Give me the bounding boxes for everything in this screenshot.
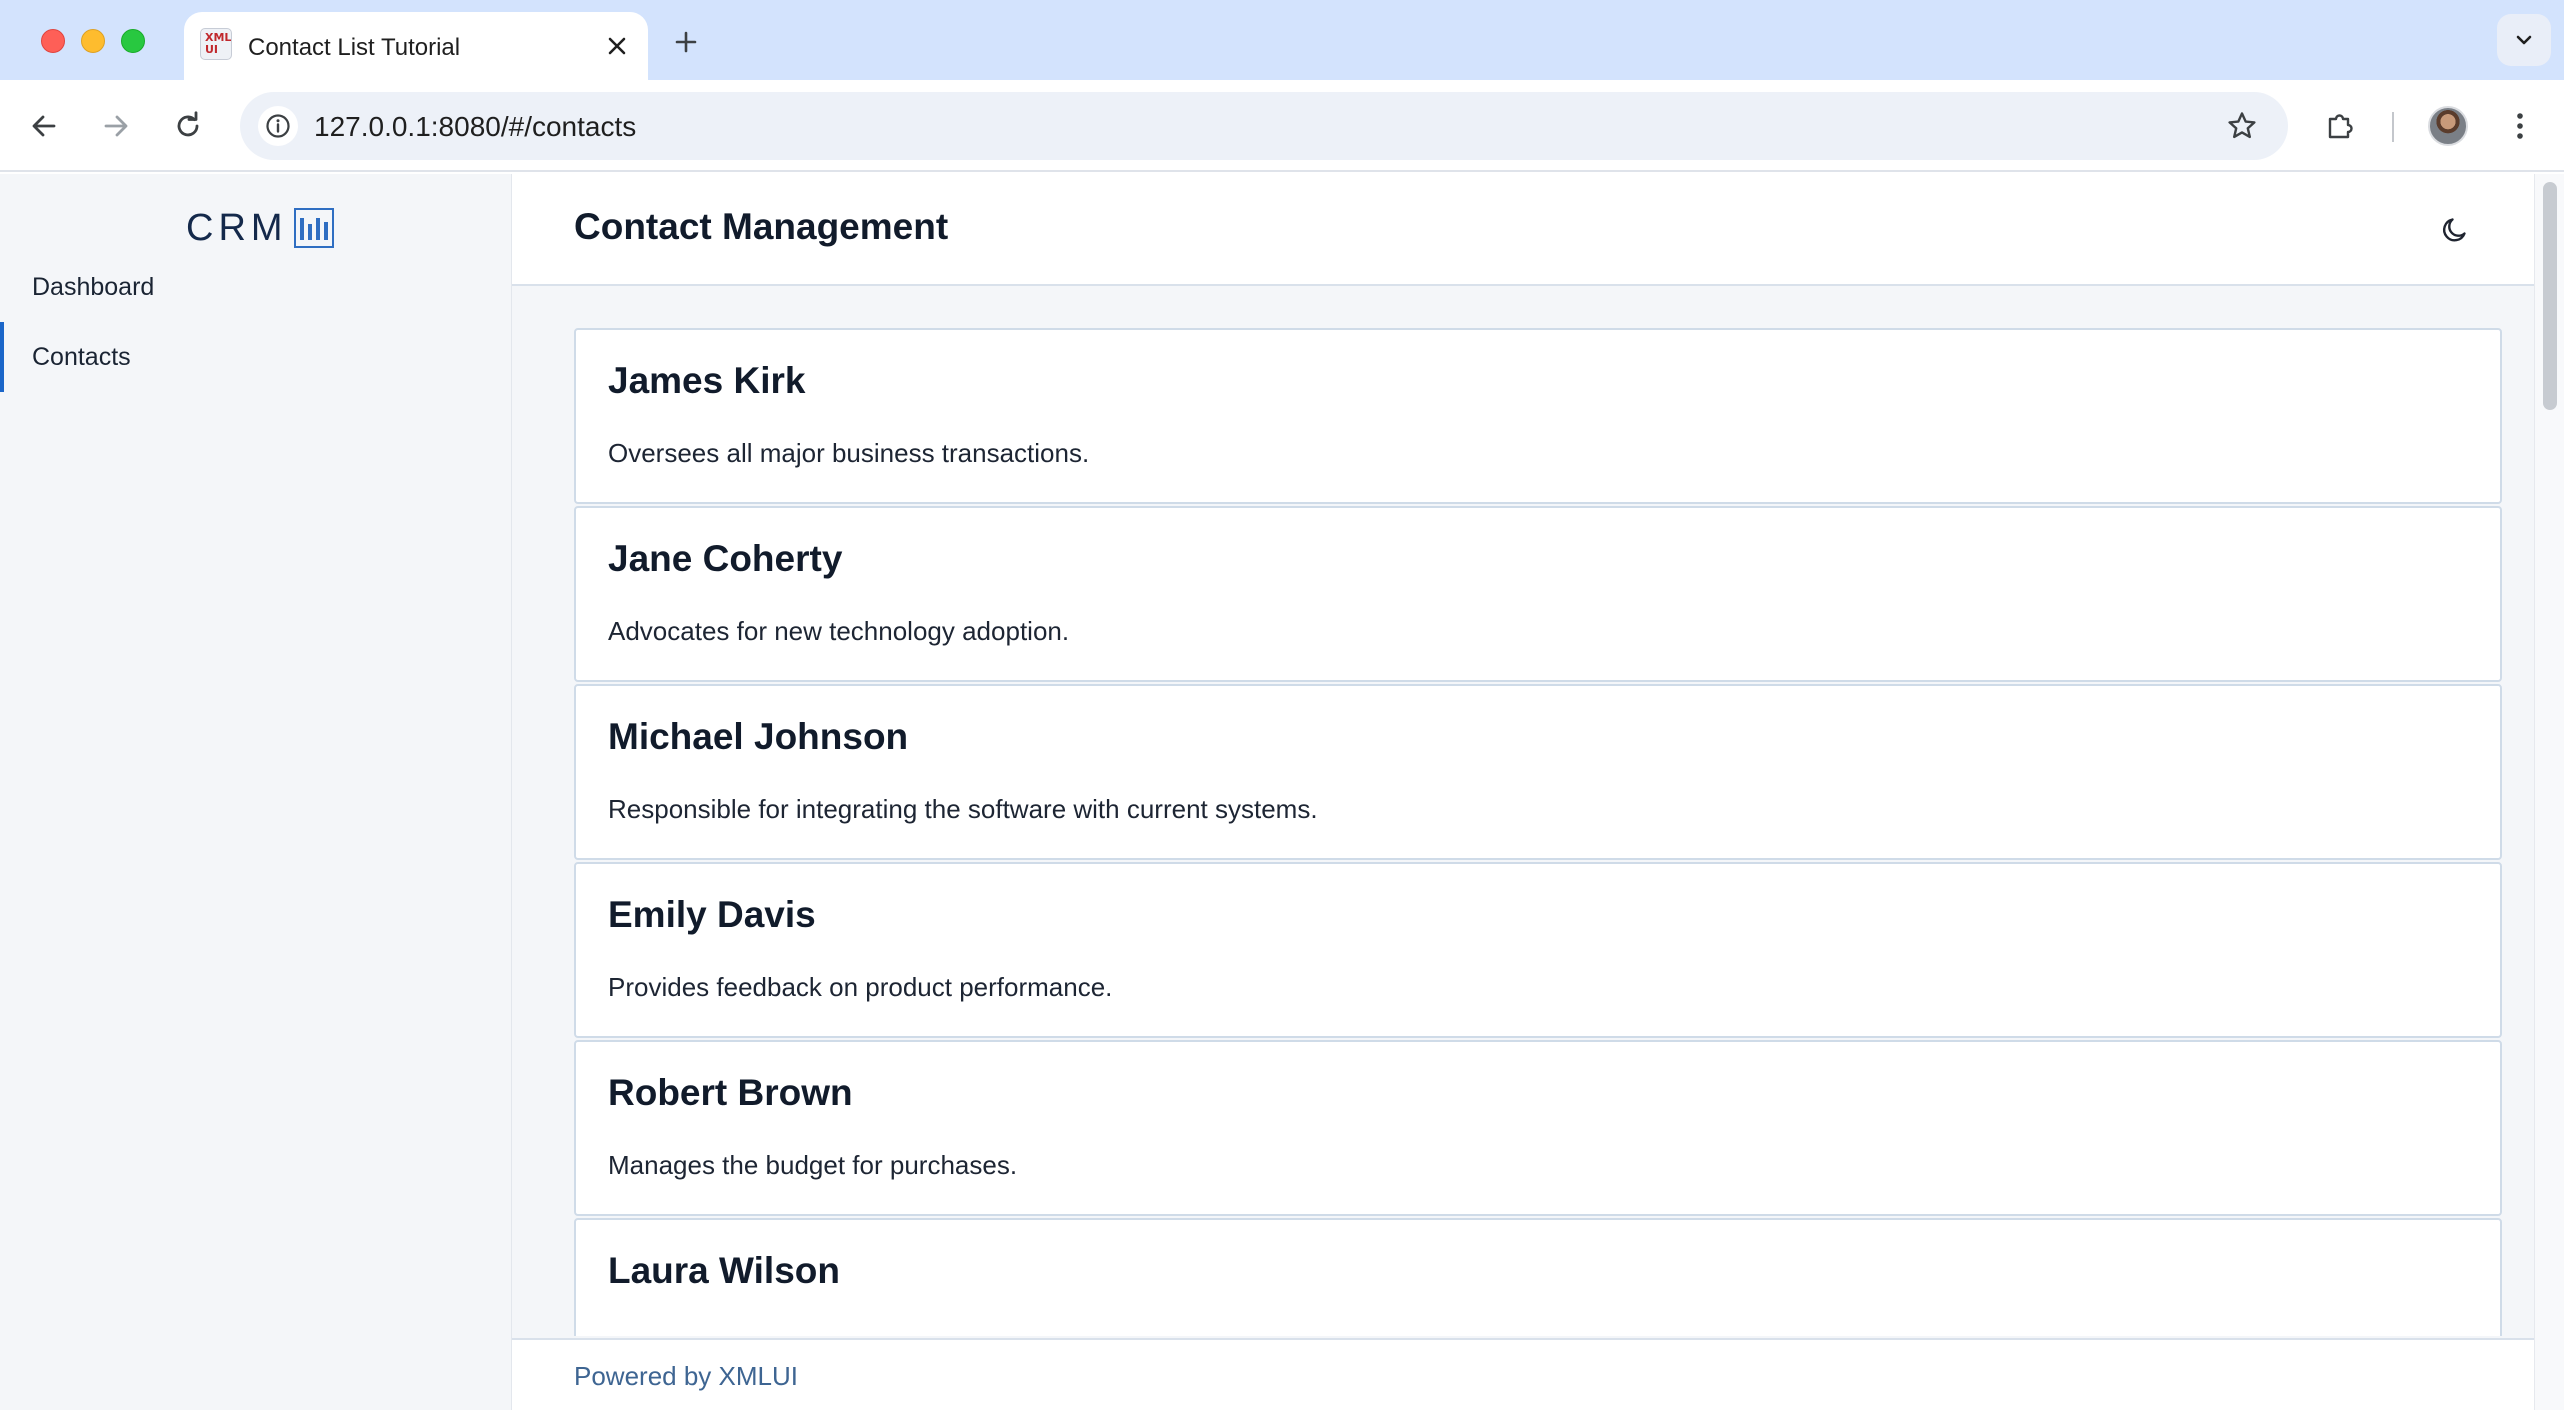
contact-card[interactable]: Michael Johnson Responsible for integrat… bbox=[574, 684, 2502, 860]
site-info-button[interactable] bbox=[258, 106, 298, 146]
contact-name: Michael Johnson bbox=[608, 716, 909, 757]
app-logo[interactable]: CRM bbox=[186, 204, 334, 252]
app-root: CRM Dashboard Contacts Contact Managemen… bbox=[0, 174, 2564, 1410]
arrow-right-icon bbox=[104, 115, 128, 137]
page-footer: Powered by XMLUI bbox=[512, 1338, 2534, 1410]
tab-title: Contact List Tutorial bbox=[248, 34, 461, 61]
reload-icon bbox=[177, 111, 199, 137]
contact-name: James Kirk bbox=[608, 360, 806, 401]
theme-toggle-button[interactable] bbox=[2432, 206, 2480, 254]
bookmark-button[interactable] bbox=[2220, 104, 2264, 148]
contact-name: Jane Coherty bbox=[608, 538, 843, 579]
browser-toolbar: 127.0.0.1:8080/#/contacts bbox=[0, 80, 2564, 172]
contact-description: Provides feedback on product performance… bbox=[608, 972, 1113, 1002]
footer-powered-by-link[interactable]: Powered by XMLUI bbox=[574, 1361, 798, 1392]
contact-name: Laura Wilson bbox=[608, 1250, 840, 1291]
browser-tab-strip: XML UI Contact List Tutorial bbox=[0, 0, 2564, 80]
main-panel: Contact Management James Kirk Oversees a… bbox=[512, 174, 2534, 1410]
chevron-down-icon bbox=[2516, 35, 2532, 45]
contact-card[interactable]: Robert Brown Manages the budget for purc… bbox=[574, 1040, 2502, 1216]
window-minimize-button[interactable] bbox=[81, 29, 105, 53]
more-vertical-icon bbox=[2517, 113, 2523, 139]
tab-favicon-icon: XML UI bbox=[200, 28, 232, 60]
star-icon bbox=[2228, 112, 2256, 139]
browser-tab-active[interactable]: XML UI Contact List Tutorial bbox=[184, 12, 648, 80]
sidebar: CRM Dashboard Contacts bbox=[0, 174, 512, 1410]
back-button[interactable] bbox=[20, 102, 68, 150]
scrollbar-thumb[interactable] bbox=[2543, 182, 2557, 410]
contact-description: Oversees all major business transactions… bbox=[608, 438, 1090, 468]
window-close-button[interactable] bbox=[41, 29, 65, 53]
puzzle-icon bbox=[2328, 114, 2353, 139]
contact-card[interactable]: Laura Wilson bbox=[574, 1218, 2502, 1336]
contact-description: Advocates for new technology adoption. bbox=[608, 616, 1070, 646]
page-scrollbar[interactable] bbox=[2534, 174, 2564, 1410]
window-maximize-button[interactable] bbox=[121, 29, 145, 53]
sidebar-item-contacts[interactable]: Contacts bbox=[0, 322, 511, 392]
extensions-button[interactable] bbox=[2316, 102, 2364, 150]
contact-card[interactable]: James Kirk Oversees all major business t… bbox=[574, 328, 2502, 504]
logo-bars-icon bbox=[293, 208, 334, 248]
sidebar-item-label: Contacts bbox=[32, 342, 131, 371]
reload-button[interactable] bbox=[164, 102, 212, 150]
contact-name: Emily Davis bbox=[608, 894, 816, 935]
page-title: Contact Management bbox=[574, 206, 949, 247]
tab-search-button[interactable] bbox=[2497, 14, 2551, 66]
close-icon bbox=[608, 37, 626, 55]
browser-menu-button[interactable] bbox=[2496, 102, 2544, 150]
logo-text: CRM bbox=[186, 206, 288, 249]
info-icon bbox=[266, 114, 290, 138]
url-text[interactable]: 127.0.0.1:8080/#/contacts bbox=[314, 111, 636, 143]
page-header: Contact Management bbox=[512, 174, 2534, 286]
contact-card[interactable]: Emily Davis Provides feedback on product… bbox=[574, 862, 2502, 1038]
arrow-left-icon bbox=[32, 115, 56, 137]
sidebar-item-label: Dashboard bbox=[32, 272, 155, 301]
tab-close-button[interactable] bbox=[600, 29, 634, 63]
address-bar[interactable]: 127.0.0.1:8080/#/contacts bbox=[240, 92, 2288, 160]
sidebar-item-dashboard[interactable]: Dashboard bbox=[0, 252, 511, 322]
contact-description: Responsible for integrating the software… bbox=[608, 794, 1318, 824]
contact-name: Robert Brown bbox=[608, 1072, 853, 1113]
forward-button[interactable] bbox=[92, 102, 140, 150]
contact-card[interactable]: Jane Coherty Advocates for new technolog… bbox=[574, 506, 2502, 682]
contact-list: James Kirk Oversees all major business t… bbox=[512, 286, 2534, 1336]
contact-description: Manages the budget for purchases. bbox=[608, 1150, 1018, 1180]
profile-avatar[interactable] bbox=[2428, 106, 2468, 146]
moon-icon bbox=[2443, 218, 2466, 242]
new-tab-button[interactable] bbox=[664, 20, 708, 64]
toolbar-divider bbox=[2392, 112, 2394, 142]
plus-icon bbox=[675, 31, 697, 53]
